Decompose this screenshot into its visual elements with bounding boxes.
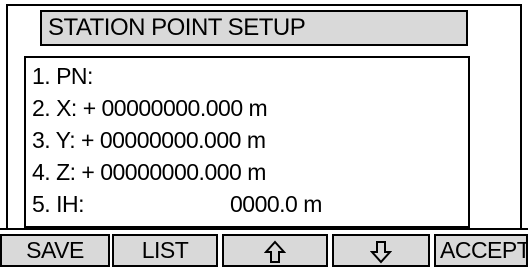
save-button[interactable]: SAVE [0,234,110,267]
accept-button[interactable]: ACCEPT [434,234,528,267]
field-ih-value[interactable]: 0000.0 m [230,188,322,220]
field-x-text: 2. X: + 00000000.000 m [32,95,268,121]
field-x[interactable]: 2. X: + 00000000.000 m [32,92,268,124]
arrow-up-icon [264,240,286,263]
field-pn[interactable]: 1. PN: [32,60,93,92]
field-ih-label: 5. IH: [32,191,84,217]
field-pn-label: 1. PN: [32,63,93,89]
arrow-up-button[interactable] [222,234,328,267]
field-y[interactable]: 3. Y: + 00000000.000 m [32,124,266,156]
field-z[interactable]: 4. Z: + 00000000.000 m [32,156,266,188]
screen-title: STATION POINT SETUP [40,10,468,46]
arrow-down-button[interactable] [332,234,430,267]
list-button[interactable]: LIST [112,234,218,267]
field-ih[interactable]: 5. IH: 0000.0 m [32,188,322,220]
fields-panel: 1. PN: 2. X: + 00000000.000 m 3. Y: + 00… [24,56,470,228]
softkey-bar: SAVE LIST ACCEPT [0,228,528,267]
arrow-down-icon [370,241,392,264]
field-z-text: 4. Z: + 00000000.000 m [32,159,266,185]
field-y-text: 3. Y: + 00000000.000 m [32,127,266,153]
